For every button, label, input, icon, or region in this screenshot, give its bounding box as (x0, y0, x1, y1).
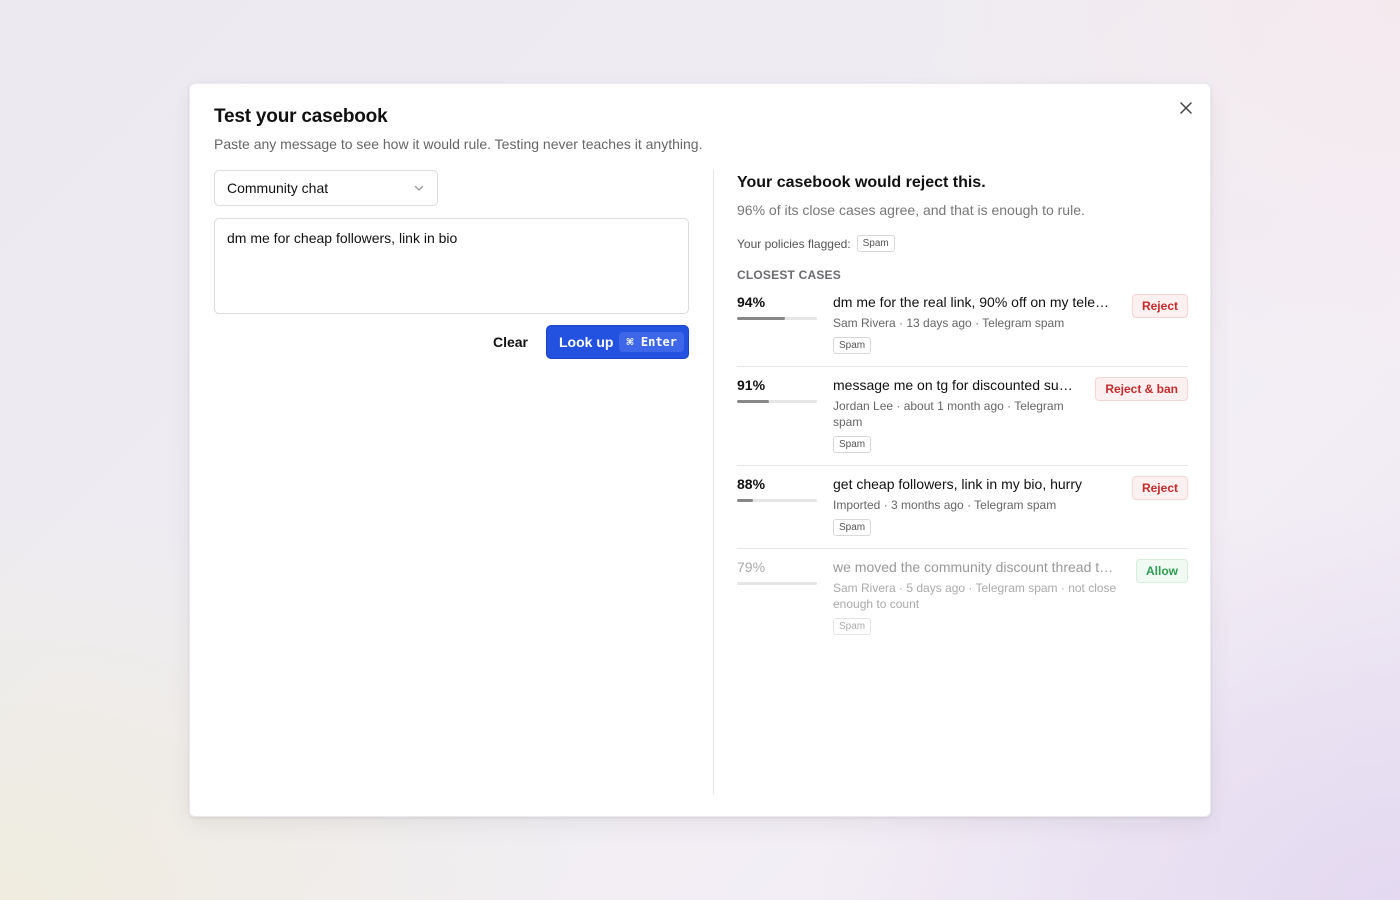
similarity-percent: 79% (737, 559, 766, 575)
case-row[interactable]: 91% message me on tg for discounted subs… (737, 367, 1188, 466)
case-meta: Sam Rivera · 5 days ago · Telegram spam … (833, 581, 1117, 611)
closest-cases-list: 94% dm me for the real link, 90% off on … (737, 282, 1188, 647)
similarity-bar-fill (737, 317, 785, 320)
similarity-column: 91% (737, 377, 833, 453)
context-select[interactable]: Community chat (214, 170, 438, 206)
similarity-percent: 91% (737, 377, 766, 393)
similarity-column: 79% (737, 559, 833, 635)
close-icon (1180, 102, 1192, 114)
case-meta: Sam Rivera · 13 days ago · Telegram spam (833, 316, 1065, 330)
test-casebook-dialog: Test your casebook Paste any message to … (189, 83, 1211, 817)
case-body: message me on tg for discounted subscrib… (833, 377, 1079, 453)
context-select-value: Community chat (227, 180, 329, 196)
case-tag: Spam (833, 436, 872, 453)
column-divider (713, 170, 714, 794)
verdict-explanation: 96% of its close cases agree, and that i… (737, 202, 1085, 218)
case-body: we moved the community discount thread t… (833, 559, 1120, 635)
keyboard-shortcut: ⌘ Enter (619, 332, 684, 352)
chevron-down-icon (414, 185, 424, 191)
policy-tag: Spam (856, 235, 895, 252)
similarity-bar-fill (737, 400, 769, 403)
message-input[interactable]: dm me for cheap followers, link in bio (214, 218, 689, 314)
flagged-label: Your policies flagged: (737, 236, 851, 251)
case-body: get cheap followers, link in my bio, hur… (833, 476, 1116, 536)
case-body: dm me for the real link, 90% off on my t… (833, 294, 1116, 354)
verdict-heading: Your casebook would reject this. (737, 174, 986, 191)
case-message: dm me for the real link, 90% off on my t… (833, 294, 1116, 310)
case-message: get cheap followers, link in my bio, hur… (833, 476, 1082, 492)
case-tag: Spam (833, 337, 872, 354)
case-row[interactable]: 79% we moved the community discount thre… (737, 549, 1188, 647)
similarity-bar (737, 317, 817, 320)
similarity-percent: 94% (737, 294, 766, 310)
similarity-bar (737, 400, 817, 403)
lookup-button[interactable]: Look up ⌘ Enter (545, 325, 689, 359)
case-tag: Spam (833, 519, 872, 536)
similarity-bar-fill (737, 499, 753, 502)
decision-badge: Reject (1131, 476, 1188, 500)
decision-badge: Reject (1131, 294, 1188, 318)
lookup-button-label: Look up (558, 334, 614, 350)
clear-button[interactable]: Clear (475, 325, 546, 359)
case-meta: Imported · 3 months ago · Telegram spam (833, 498, 1057, 512)
section-label: CLOSEST CASES (737, 268, 841, 282)
decision-badge: Reject & ban (1095, 377, 1188, 401)
similarity-column: 88% (737, 476, 833, 536)
close-button[interactable] (1176, 98, 1196, 118)
case-message: message me on tg for discounted subscrib… (833, 377, 1080, 393)
decision-badge: Allow (1136, 559, 1188, 583)
flagged-policies: Your policies flagged: Spam (737, 235, 1188, 252)
similarity-bar (737, 499, 817, 502)
input-panel: Community chat dm me for cheap followers… (214, 170, 689, 359)
dialog-subtitle: Paste any message to see how it would ru… (214, 136, 703, 152)
case-meta: Jordan Lee · about 1 month ago · Telegra… (833, 399, 1064, 429)
similarity-percent: 88% (737, 476, 766, 492)
case-message: we moved the community discount thread t… (833, 559, 1120, 575)
case-row[interactable]: 94% dm me for the real link, 90% off on … (737, 282, 1188, 367)
results-panel: Your casebook would reject this. 96% of … (737, 174, 1188, 647)
similarity-column: 94% (737, 294, 833, 354)
case-row[interactable]: 88% get cheap followers, link in my bio,… (737, 466, 1188, 549)
dialog-title: Test your casebook (214, 106, 388, 127)
similarity-bar (737, 582, 817, 585)
case-tag: Spam (833, 618, 872, 635)
